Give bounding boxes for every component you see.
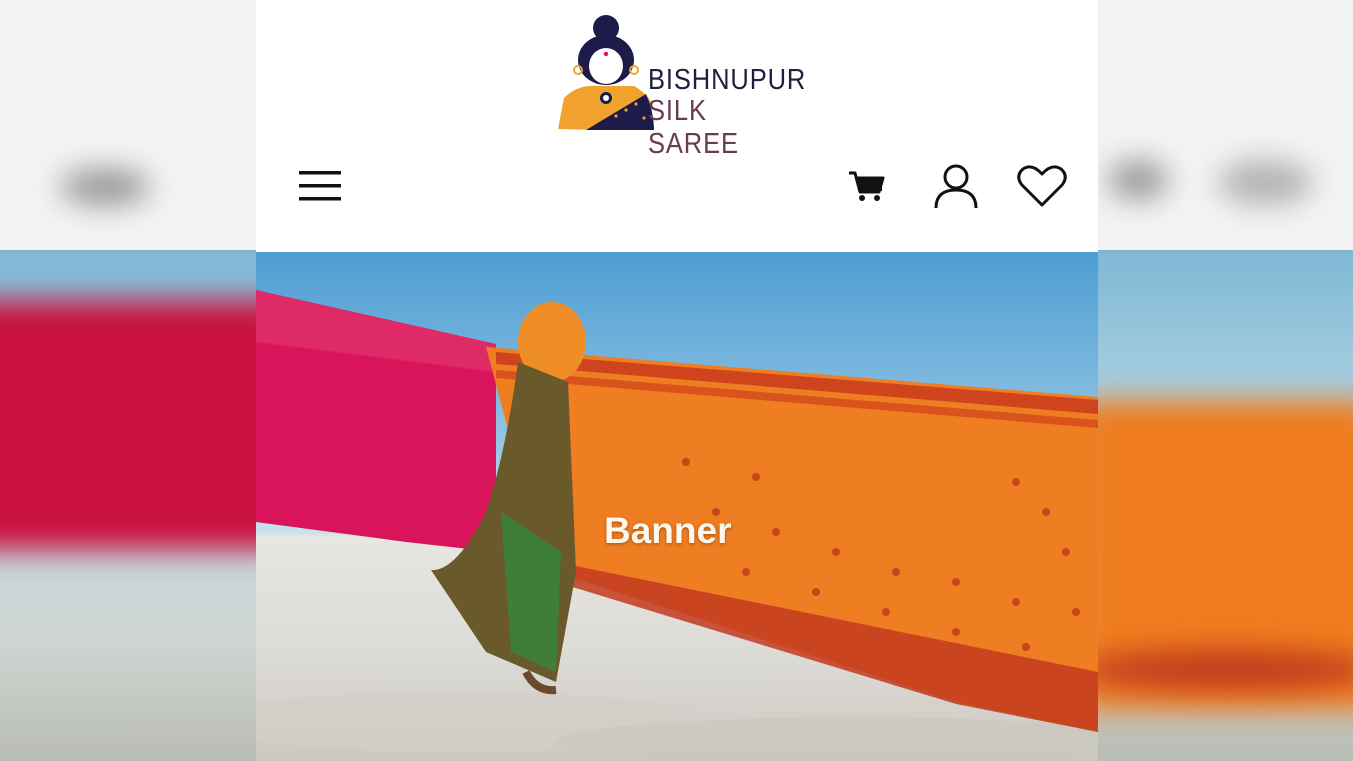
brand-logo[interactable]: BISHNUPUR SILK SAREE [556,14,805,160]
logo-woman-icon [558,15,654,130]
banner-label: Banner [604,510,732,551]
menu-icon [299,171,341,201]
menu-button[interactable] [292,158,348,214]
cart-button[interactable] [839,158,895,214]
account-button[interactable] [928,158,984,214]
header-toolbar [256,150,1098,224]
brand-name-line1: BISHNUPUR [648,64,807,96]
banner-image [256,290,1098,761]
blurred-background-right [1098,0,1353,761]
user-icon [934,164,978,209]
wishlist-button[interactable] [1014,158,1070,214]
heart-icon [1017,165,1067,207]
cart-icon [849,171,885,201]
hero-banner[interactable]: Banner [256,252,1098,761]
blurred-background-left [0,0,256,761]
app-frame: BISHNUPUR SILK SAREE Banner [256,0,1098,761]
